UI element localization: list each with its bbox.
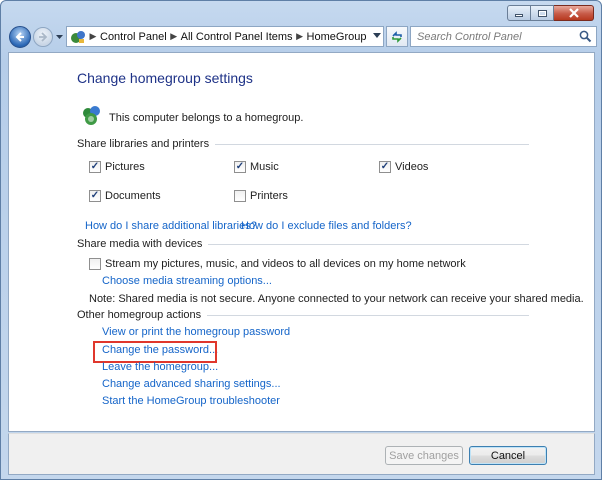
checkbox-box[interactable]: ✓ — [89, 190, 101, 202]
minimize-button[interactable] — [507, 5, 531, 21]
section-divider — [207, 314, 529, 316]
button-bar: Save changes Cancel — [8, 433, 595, 475]
checkbox-label: Printers — [250, 190, 288, 202]
checkbox-label: Pictures — [105, 161, 145, 173]
section-share-libraries: Share libraries and printers — [77, 138, 529, 150]
checkbox-printers[interactable]: Printers — [234, 190, 288, 202]
address-dropdown-icon[interactable] — [373, 33, 381, 39]
checkbox-videos[interactable]: ✓ Videos — [379, 161, 428, 173]
close-button[interactable] — [554, 5, 594, 21]
section-divider — [215, 143, 529, 145]
checkbox-label: Videos — [395, 161, 429, 173]
forward-button[interactable] — [33, 27, 53, 47]
checkbox-box[interactable] — [234, 190, 246, 202]
breadcrumb-separator-icon[interactable]: ▶ — [167, 31, 181, 42]
annotation-highlight-box — [93, 341, 217, 363]
checkbox-box[interactable] — [89, 258, 101, 270]
checkbox-pictures[interactable]: ✓ Pictures — [89, 161, 145, 173]
link-leave-homegroup[interactable]: Leave the homegroup... — [102, 361, 218, 373]
caption-buttons — [507, 5, 594, 21]
back-arrow-icon — [15, 32, 24, 42]
checkbox-label: Stream my pictures, music, and videos to… — [105, 258, 466, 270]
homegroup-icon — [83, 106, 100, 125]
back-button[interactable] — [9, 26, 31, 48]
forward-arrow-icon — [39, 32, 48, 42]
maximize-button[interactable] — [531, 5, 554, 21]
checkmark-icon: ✓ — [380, 161, 390, 172]
breadcrumb-separator-icon[interactable]: ▶ — [293, 31, 307, 42]
checkmark-icon: ✓ — [90, 161, 100, 172]
link-media-streaming-options[interactable]: Choose media streaming options... — [102, 275, 272, 287]
search-box — [410, 26, 597, 47]
homegroup-status-text: This computer belongs to a homegroup. — [109, 112, 304, 124]
media-security-note: Note: Shared media is not secure. Anyone… — [89, 293, 584, 305]
address-bar[interactable]: ▶ Control Panel ▶ All Control Panel Item… — [66, 26, 384, 47]
link-view-print-password[interactable]: View or print the homegroup password — [102, 326, 290, 338]
breadcrumb-control-panel[interactable]: Control Panel — [100, 31, 167, 43]
breadcrumb-homegroup[interactable]: HomeGroup — [307, 31, 367, 43]
recent-pages-dropdown-icon[interactable] — [55, 32, 64, 41]
checkbox-music[interactable]: ✓ Music — [234, 161, 279, 173]
link-exclude-files[interactable]: How do I exclude files and folders? — [241, 220, 412, 232]
minimize-icon — [515, 14, 523, 17]
checkbox-label: Music — [250, 161, 279, 173]
link-advanced-sharing[interactable]: Change advanced sharing settings... — [102, 378, 281, 390]
section-heading: Share libraries and printers — [77, 138, 210, 150]
link-share-additional-libraries[interactable]: How do I share additional libraries? — [85, 220, 257, 232]
checkbox-box[interactable]: ✓ — [89, 161, 101, 173]
checkmark-icon: ✓ — [235, 161, 245, 172]
window-frame: ▶ Control Panel ▶ All Control Panel Item… — [0, 0, 602, 480]
checkbox-box[interactable]: ✓ — [379, 161, 391, 173]
close-icon — [568, 8, 579, 18]
section-other-actions: Other homegroup actions — [77, 309, 529, 321]
section-divider — [208, 243, 529, 245]
checkbox-stream-media[interactable]: Stream my pictures, music, and videos to… — [89, 258, 466, 270]
link-troubleshooter[interactable]: Start the HomeGroup troubleshooter — [102, 395, 280, 407]
control-panel-icon — [71, 30, 85, 43]
breadcrumb-all-items[interactable]: All Control Panel Items — [181, 31, 293, 43]
refresh-button[interactable] — [386, 26, 408, 47]
checkbox-box[interactable]: ✓ — [234, 161, 246, 173]
checkbox-label: Documents — [105, 190, 161, 202]
save-changes-button[interactable]: Save changes — [385, 446, 463, 465]
maximize-icon — [537, 9, 547, 17]
refresh-icon — [392, 30, 402, 43]
search-icon[interactable] — [579, 30, 592, 43]
page-title: Change homegroup settings — [77, 70, 253, 86]
navigation-bar: ▶ Control Panel ▶ All Control Panel Item… — [7, 25, 597, 49]
content-pane: Change homegroup settings This computer … — [8, 52, 595, 432]
checkmark-icon: ✓ — [90, 190, 100, 201]
breadcrumb-separator-icon[interactable]: ▶ — [86, 31, 100, 42]
search-input[interactable] — [417, 30, 577, 43]
section-heading: Share media with devices — [77, 238, 203, 250]
cancel-button[interactable]: Cancel — [469, 446, 547, 465]
checkbox-documents[interactable]: ✓ Documents — [89, 190, 161, 202]
section-heading: Other homegroup actions — [77, 309, 202, 321]
section-share-media: Share media with devices — [77, 238, 529, 250]
